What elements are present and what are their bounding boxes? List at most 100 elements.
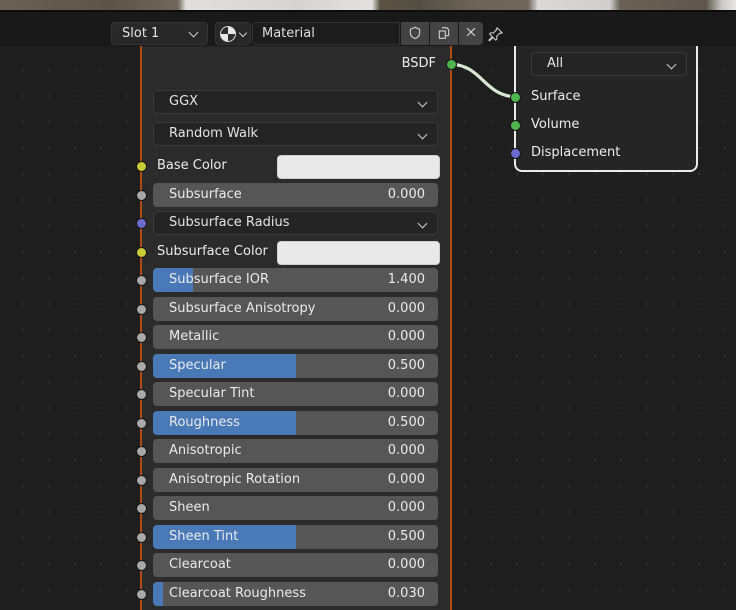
chevron-down-icon xyxy=(417,129,428,140)
row-label: Subsurface Color xyxy=(157,244,268,259)
row-subsurface-ior[interactable]: Subsurface IOR 1.400 xyxy=(153,268,438,292)
row-label: Subsurface Radius xyxy=(169,215,290,230)
row-label: Roughness xyxy=(169,415,240,430)
row-label: GGX xyxy=(169,94,199,109)
row-label: Specular xyxy=(169,358,226,373)
row-anisotropic[interactable]: Anisotropic 0.000 xyxy=(153,439,438,463)
input-clearcoat-socket[interactable] xyxy=(135,559,147,571)
row-roughness[interactable]: Roughness 0.500 xyxy=(153,411,438,435)
row-value: 0.030 xyxy=(387,586,425,601)
row-specular[interactable]: Specular 0.500 xyxy=(153,354,438,378)
row-label: Metallic xyxy=(169,329,220,344)
input-anisotropic-rotation-socket[interactable] xyxy=(135,474,147,486)
fake-user-button[interactable] xyxy=(401,22,429,45)
material-slot-label: Slot 1 xyxy=(122,26,160,41)
row-label: Clearcoat Roughness xyxy=(169,586,306,601)
input-subsurface-anisotropy-socket[interactable] xyxy=(135,303,147,315)
row-label: Anisotropic xyxy=(169,443,242,458)
slider-fill xyxy=(153,582,163,606)
row-label: Clearcoat xyxy=(169,557,231,572)
input-sheen-socket[interactable] xyxy=(135,502,147,514)
row-ggx[interactable]: GGX xyxy=(153,90,438,114)
row-anisotropic-rotation[interactable]: Anisotropic Rotation 0.000 xyxy=(153,468,438,492)
x-icon xyxy=(466,27,476,37)
row-sheen-tint[interactable]: Sheen Tint 0.500 xyxy=(153,525,438,549)
chevron-down-icon xyxy=(238,28,248,38)
row-value: 0.500 xyxy=(387,529,425,544)
row-clearcoat[interactable]: Clearcoat 0.000 xyxy=(153,553,438,577)
row-value: 0.000 xyxy=(387,500,425,515)
shield-icon xyxy=(409,26,421,40)
output-target-value: All xyxy=(547,56,564,71)
shader-editor-header: Slot 1 Material xyxy=(0,10,736,46)
node-material-output[interactable]: All Surface Volume Displacement xyxy=(514,46,698,172)
blender-shader-editor: Slot 1 Material BSDF GGX Random Walk Bas… xyxy=(0,0,736,610)
chevron-down-icon xyxy=(666,59,677,70)
new-material-copy-button[interactable] xyxy=(430,22,458,45)
browse-material-button[interactable] xyxy=(215,22,251,45)
row-value: 0.500 xyxy=(387,415,425,430)
row-label: Subsurface IOR xyxy=(169,272,270,287)
row-value: 0.000 xyxy=(387,301,425,316)
color-swatch[interactable] xyxy=(277,241,440,265)
input-subsurface-color-socket[interactable] xyxy=(135,246,147,258)
unlink-material-button[interactable] xyxy=(459,22,483,45)
row-label: Specular Tint xyxy=(169,386,255,401)
chevron-down-icon xyxy=(188,27,199,38)
input-specular-tint-socket[interactable] xyxy=(135,388,147,400)
material-name-input[interactable]: Material xyxy=(252,22,400,45)
input-label-surface: Surface xyxy=(531,89,581,104)
material-slot-dropdown[interactable]: Slot 1 xyxy=(111,22,208,45)
chevron-down-icon xyxy=(417,218,428,229)
row-subsurface-radius[interactable]: Subsurface Radius xyxy=(153,211,438,235)
input-specular-socket[interactable] xyxy=(135,360,147,372)
row-label: Random Walk xyxy=(169,126,259,141)
input-subsurface-radius-socket[interactable] xyxy=(135,217,147,229)
node-editor-canvas[interactable]: BSDF GGX Random Walk Base Color Subsurface 0… xyxy=(0,46,736,610)
input-subsurface-socket[interactable] xyxy=(135,189,147,201)
row-value: 0.500 xyxy=(387,358,425,373)
row-label: Anisotropic Rotation xyxy=(169,472,301,487)
row-subsurface-color: Subsurface Color xyxy=(153,240,440,265)
row-value: 0.000 xyxy=(387,443,425,458)
row-sheen[interactable]: Sheen 0.000 xyxy=(153,496,438,520)
viewport-3d-sliver xyxy=(0,0,736,10)
input-roughness-socket[interactable] xyxy=(135,417,147,429)
input-displacement-socket[interactable] xyxy=(509,147,521,159)
input-volume-socket[interactable] xyxy=(509,119,521,131)
row-random-walk[interactable]: Random Walk xyxy=(153,122,438,146)
row-metallic[interactable]: Metallic 0.000 xyxy=(153,325,438,349)
row-value: 0.000 xyxy=(387,472,425,487)
row-label: Sheen xyxy=(169,500,210,515)
row-base-color: Base Color xyxy=(153,154,440,179)
row-subsurface-anisotropy[interactable]: Subsurface Anisotropy 0.000 xyxy=(153,297,438,321)
input-subsurface-ior-socket[interactable] xyxy=(135,274,147,286)
input-sheen-tint-socket[interactable] xyxy=(135,531,147,543)
pin-button[interactable] xyxy=(484,22,506,45)
row-value: 0.000 xyxy=(387,187,425,202)
input-clearcoat-roughness-socket[interactable] xyxy=(135,588,147,600)
row-label: Sheen Tint xyxy=(169,529,239,544)
input-metallic-socket[interactable] xyxy=(135,331,147,343)
row-specular-tint[interactable]: Specular Tint 0.000 xyxy=(153,382,438,406)
bsdf-output-label: BSDF xyxy=(401,56,436,71)
row-label: Base Color xyxy=(157,158,227,173)
row-subsurface[interactable]: Subsurface 0.000 xyxy=(153,183,438,207)
input-surface-socket[interactable] xyxy=(509,91,521,103)
material-name-value: Material xyxy=(262,26,315,41)
row-value: 1.400 xyxy=(387,272,425,287)
chevron-down-icon xyxy=(417,97,428,108)
node-principled-bsdf[interactable]: BSDF GGX Random Walk Base Color Subsurface 0… xyxy=(140,46,452,610)
input-anisotropic-socket[interactable] xyxy=(135,445,147,457)
output-bsdf-socket[interactable] xyxy=(445,58,457,70)
material-sphere-icon xyxy=(220,26,236,42)
output-target-dropdown[interactable]: All xyxy=(531,52,687,76)
copy-icon xyxy=(438,27,450,39)
row-value: 0.000 xyxy=(387,386,425,401)
input-base-color-socket[interactable] xyxy=(135,160,147,172)
row-value: 0.000 xyxy=(387,329,425,344)
color-swatch[interactable] xyxy=(277,155,440,179)
input-label-displacement: Displacement xyxy=(531,145,621,160)
input-label-volume: Volume xyxy=(531,117,580,132)
row-clearcoat-roughness[interactable]: Clearcoat Roughness 0.030 xyxy=(153,582,438,606)
